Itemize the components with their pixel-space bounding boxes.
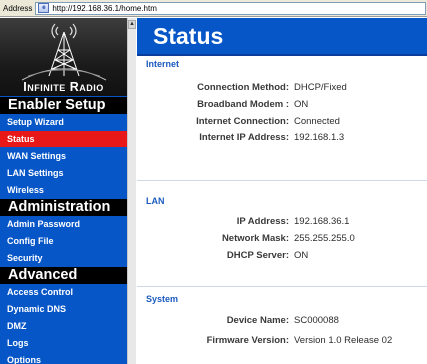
- sidebar-item-logs[interactable]: Logs: [0, 335, 127, 351]
- section-divider: [137, 286, 427, 287]
- sidebar-item-wireless[interactable]: Wireless: [0, 182, 127, 198]
- section-advanced: Advanced: [0, 267, 127, 284]
- url-text: http://192.168.36.1/home.htm: [52, 3, 157, 13]
- sidebar: Infinite Radio Enabler Setup Setup Wizar…: [0, 18, 127, 364]
- internet-heading: Internet: [146, 59, 180, 69]
- section-enabler-setup: Enabler Setup: [0, 97, 127, 114]
- section-administration: Administration: [0, 199, 127, 216]
- sidebar-item-config-file[interactable]: Config File: [0, 233, 127, 249]
- info-label: Broadband Modem :: [197, 99, 289, 110]
- lan-heading: LAN: [146, 196, 165, 206]
- info-value: Version 1.0 Release 02: [294, 335, 393, 346]
- info-row: IP Address: 192.168.36.1: [137, 216, 350, 227]
- sidebar-item-wan-settings[interactable]: WAN Settings: [0, 148, 127, 164]
- info-row: Connection Method: DHCP/Fixed: [137, 82, 347, 93]
- address-label: Address: [3, 3, 33, 13]
- info-label: Internet Connection:: [196, 116, 289, 127]
- info-label: Internet IP Address:: [199, 132, 289, 143]
- logo: Infinite Radio: [0, 18, 127, 96]
- sidebar-item-options[interactable]: Options: [0, 352, 127, 364]
- info-value: Connected: [294, 116, 340, 127]
- info-label: Connection Method:: [197, 82, 289, 93]
- system-heading: System: [146, 294, 179, 304]
- info-row: Firmware Version: Version 1.0 Release 02: [137, 335, 393, 346]
- sidebar-item-status[interactable]: Status: [0, 131, 127, 147]
- info-value: 255.255.255.0: [294, 233, 355, 244]
- page-title: Status: [137, 18, 427, 54]
- title-divider: [137, 54, 427, 56]
- sidebar-item-access-control[interactable]: Access Control: [0, 284, 127, 300]
- info-row: Broadband Modem : ON: [137, 99, 308, 110]
- info-label: Firmware Version:: [206, 335, 289, 346]
- info-label: DHCP Server:: [226, 250, 289, 261]
- main-content: Status Internet Connection Method: DHCP/F…: [137, 18, 427, 364]
- brand-name: Infinite Radio: [23, 80, 104, 94]
- sidebar-item-dmz[interactable]: DMZ: [0, 318, 127, 334]
- info-label: IP Address:: [236, 216, 289, 227]
- sidebar-item-dynamic-dns[interactable]: Dynamic DNS: [0, 301, 127, 317]
- section-divider: [137, 180, 427, 181]
- scroll-up-arrow-icon[interactable]: ▲: [128, 20, 136, 29]
- info-label: Device Name:: [226, 315, 289, 326]
- url-field[interactable]: e http://192.168.36.1/home.htm: [35, 1, 426, 15]
- info-row: Device Name: SC000088: [137, 315, 339, 326]
- info-value: 192.168.36.1: [294, 216, 350, 227]
- info-row: Internet IP Address: 192.168.1.3: [137, 132, 344, 143]
- info-value: ON: [294, 99, 309, 110]
- info-value: DHCP/Fixed: [294, 82, 347, 93]
- address-bar: Address e http://192.168.36.1/home.htm: [0, 0, 427, 17]
- info-label: Network Mask:: [221, 233, 289, 244]
- info-value: ON: [294, 250, 309, 261]
- sidebar-scrollbar[interactable]: ▲: [127, 18, 136, 364]
- info-value: SC000088: [294, 315, 339, 326]
- info-row: Internet Connection: Connected: [137, 116, 340, 127]
- info-value: 192.168.1.3: [294, 132, 345, 143]
- sidebar-item-security[interactable]: Security: [0, 250, 127, 266]
- sidebar-item-lan-settings[interactable]: LAN Settings: [0, 165, 127, 181]
- info-row: DHCP Server: ON: [137, 250, 308, 261]
- sidebar-item-setup-wizard[interactable]: Setup Wizard: [0, 114, 127, 130]
- page-icon: e: [38, 3, 50, 13]
- sidebar-item-admin-password[interactable]: Admin Password: [0, 216, 127, 232]
- info-row: Network Mask: 255.255.255.0: [137, 233, 355, 244]
